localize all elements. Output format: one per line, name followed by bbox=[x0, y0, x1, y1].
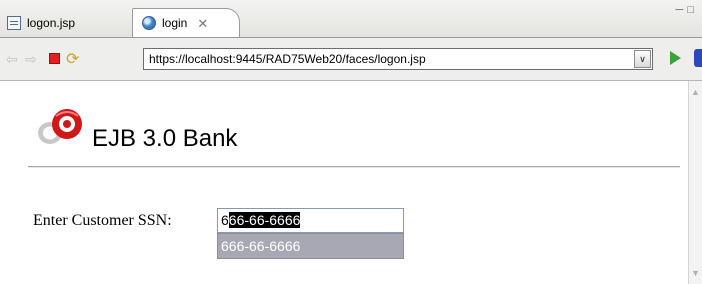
url-bar[interactable]: ∨ bbox=[143, 48, 653, 70]
jsp-file-icon bbox=[7, 15, 21, 30]
browser-viewport: EJB 3.0 Bank Enter Customer SSN: 666-66-… bbox=[0, 81, 688, 284]
ssn-input[interactable]: 666-66-6666 bbox=[217, 208, 404, 233]
close-icon[interactable]: ✕ bbox=[197, 17, 208, 30]
vertical-scrollbar[interactable]: ▲ ▼ bbox=[688, 81, 702, 284]
scroll-down-icon[interactable]: ▼ bbox=[691, 268, 700, 278]
tab-label: login bbox=[162, 16, 188, 30]
refresh-icon[interactable]: ⟳ bbox=[66, 49, 79, 69]
bank-logo-icon bbox=[38, 109, 82, 144]
ssn-typed-text: 6 bbox=[221, 212, 229, 228]
divider bbox=[28, 166, 680, 168]
browser-toolbar: ⇦ ⇨ ⟳ ∨ bbox=[0, 37, 702, 81]
maximize-icon[interactable]: □ bbox=[687, 4, 698, 16]
window-controls[interactable]: ─□ bbox=[676, 4, 698, 16]
tab-logon-jsp[interactable]: logon.jsp bbox=[0, 8, 132, 37]
scroll-up-icon[interactable]: ▲ bbox=[691, 87, 700, 97]
ssn-label: Enter Customer SSN: bbox=[33, 212, 172, 229]
tab-label: logon.jsp bbox=[27, 15, 76, 30]
url-input[interactable] bbox=[149, 49, 619, 69]
back-arrow-icon[interactable]: ⇦ bbox=[6, 52, 18, 66]
url-history-dropdown-button[interactable]: ∨ bbox=[634, 50, 651, 68]
forward-arrow-icon[interactable]: ⇨ bbox=[25, 52, 37, 66]
ssn-autocomplete-selection: 66-66-6666 bbox=[228, 212, 301, 228]
page-title: EJB 3.0 Bank bbox=[92, 125, 238, 152]
minimize-icon[interactable]: ─ bbox=[676, 4, 688, 16]
tab-login[interactable]: login ✕ bbox=[132, 8, 240, 37]
external-browser-icon[interactable] bbox=[694, 49, 702, 67]
globe-icon bbox=[142, 16, 156, 30]
autocomplete-suggestion[interactable]: 666-66-6666 bbox=[217, 233, 404, 259]
stop-icon[interactable] bbox=[49, 53, 60, 64]
go-icon[interactable] bbox=[670, 51, 681, 65]
editor-tab-bar: logon.jsp login ✕ ─□ bbox=[0, 0, 702, 38]
